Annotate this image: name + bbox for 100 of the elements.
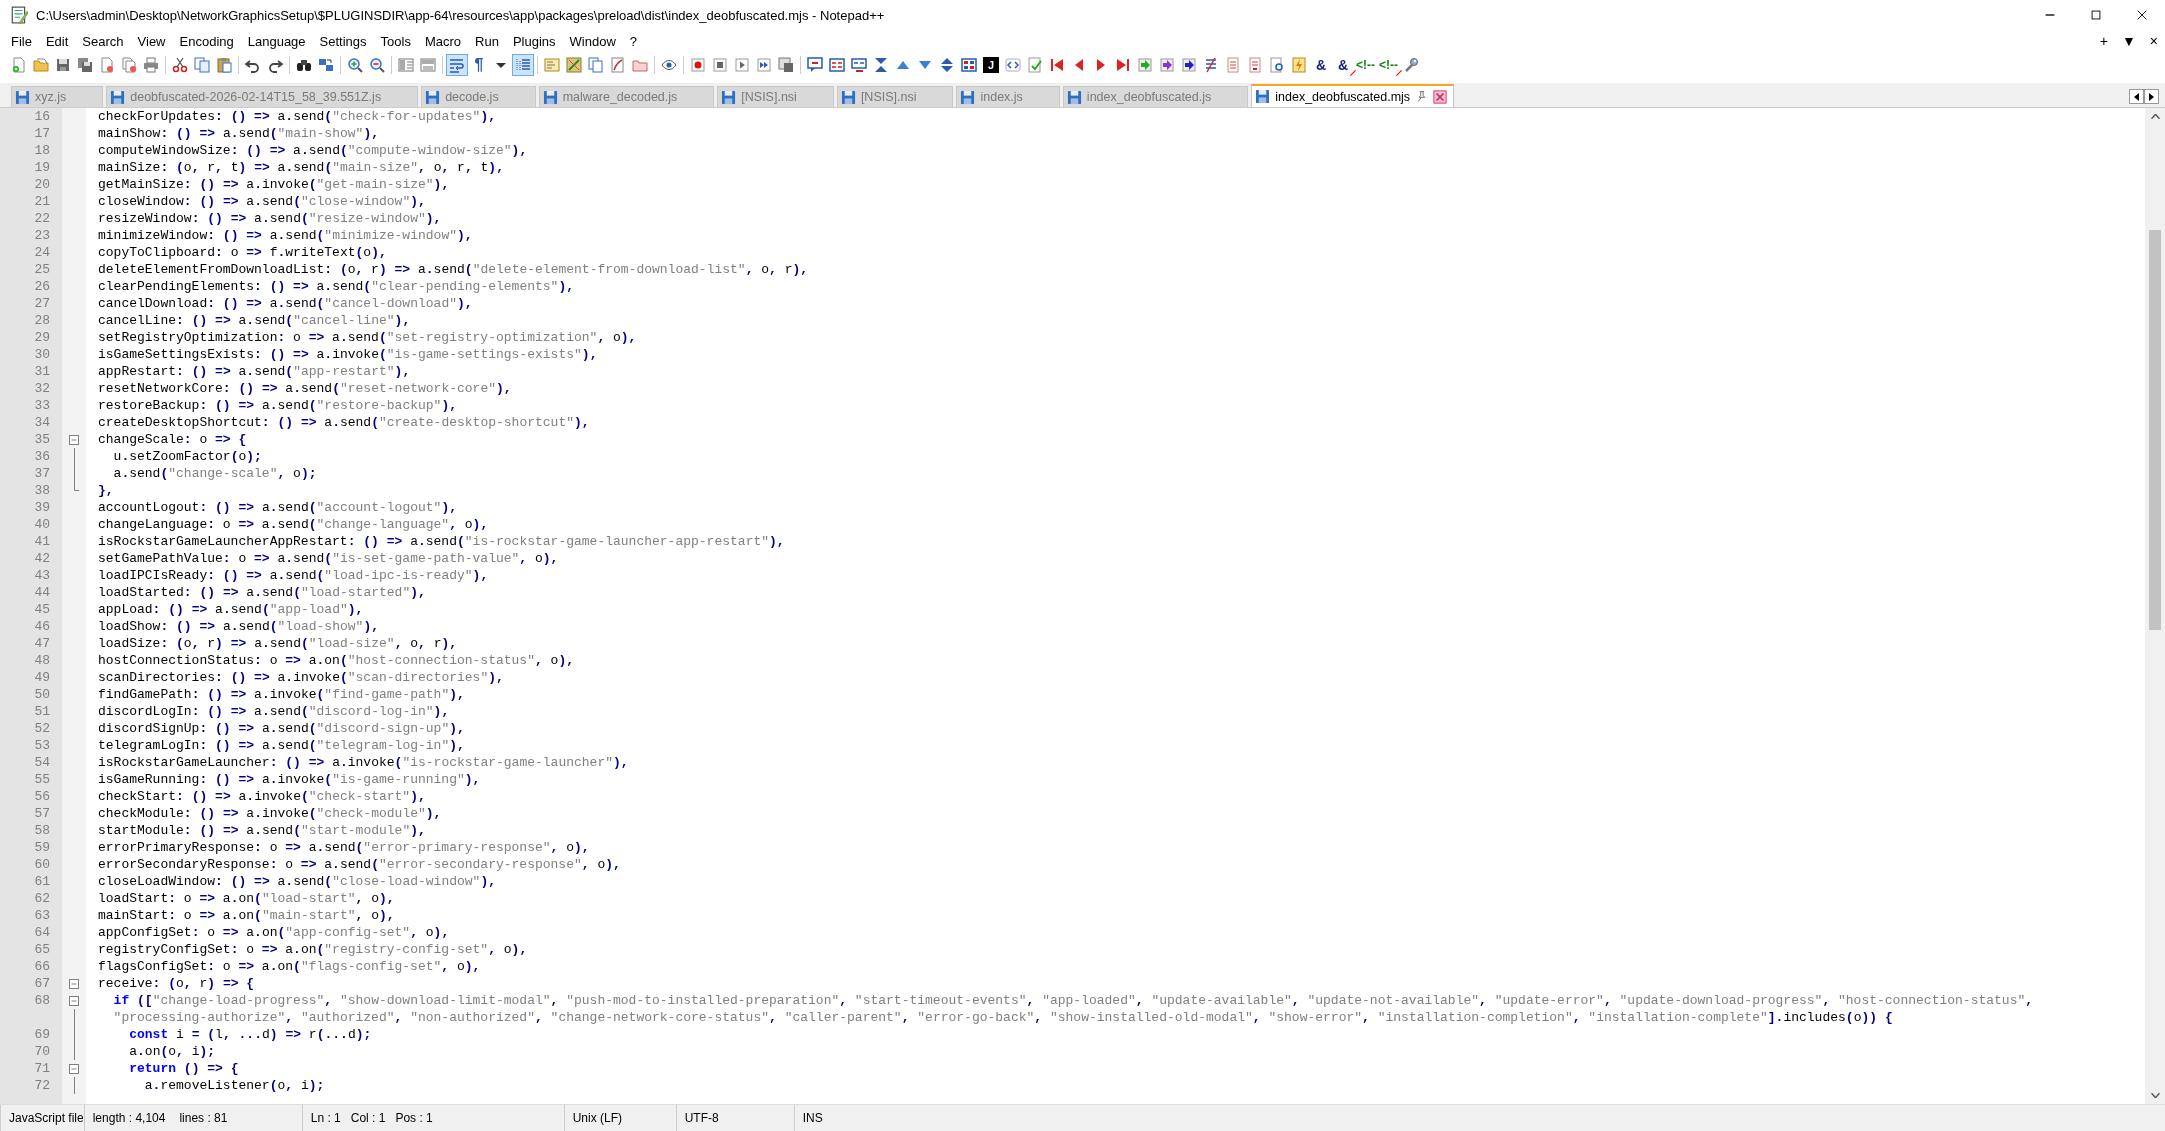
comment-button[interactable]: <!-- (1354, 54, 1377, 76)
left-arrow-icon[interactable] (2134, 92, 2139, 101)
line-number: 47 (33, 636, 51, 651)
line-number: 34 (33, 415, 51, 430)
close-tab-button[interactable]: × (2142, 33, 2165, 49)
file-type-label: JavaScript file (9, 1111, 84, 1125)
file-tab[interactable]: index_deobfuscated.mjs (1251, 84, 1455, 107)
menu-item[interactable]: Language (240, 31, 313, 51)
code-line: }, (97, 482, 114, 499)
code-line: changeScale: o => { (97, 431, 247, 448)
code-line: computeWindowSize: () => a.send("compute-window-size"), (97, 142, 528, 159)
tab-label: xyz.js (35, 90, 67, 104)
code-line: isGameRunning: () => a.invoke("is-game-running"), (97, 771, 481, 788)
new-tab-button[interactable]: + (2092, 33, 2115, 49)
maximize-icon[interactable] (2089, 8, 2103, 22)
decode-button[interactable]: & (1332, 54, 1354, 76)
code-line: mainShow: () => a.send("main-show"), (97, 125, 379, 142)
line-number: 23 (33, 228, 51, 243)
scroll-left-button[interactable] (2129, 89, 2144, 104)
line-number: 22 (33, 211, 51, 226)
line-number: 31 (33, 364, 51, 379)
code-line: changeLanguage: o => a.send("change-language", o), (97, 516, 489, 533)
scroll-right-button[interactable] (2144, 89, 2159, 104)
show-symbols-button[interactable]: ¶ (468, 54, 490, 76)
menu-item[interactable]: File (4, 31, 39, 51)
code-line: isRockstarGameLauncherAppRestart: () => a.send("is-rockstar-game-launcher-app-restart"), (97, 533, 785, 550)
menu-item[interactable]: Encoding (172, 31, 241, 51)
code-line: mainSize: (o, r, t) => a.send("main-size", o, r, t), (97, 159, 504, 176)
tab-label: decode.js (445, 90, 499, 104)
code-line: accountLogout: () => a.send("account-logout"), (97, 499, 457, 516)
line-number: 42 (33, 551, 51, 566)
code-line: loadStart: o => a.on("load-start", o), (97, 890, 395, 907)
line-number: 32 (33, 381, 51, 396)
code-line: loadStarted: () => a.send("load-started"), (97, 584, 426, 601)
menu-item[interactable]: Window (562, 31, 623, 51)
uncomment-button[interactable]: <!-- (1377, 54, 1400, 76)
line-number: 71 (33, 1061, 51, 1076)
fold-toggle-icon[interactable] (69, 978, 79, 989)
code-line: flagsConfigSet: o => a.on("flags-config-set", o), (97, 958, 481, 975)
code-line: appRestart: () => a.send("app-restart"), (97, 363, 411, 380)
code-line: checkForUpdates: () => a.send("check-for-updates"), (97, 108, 497, 125)
line-number: 66 (33, 959, 51, 974)
vertical-scrollbar[interactable] (2145, 108, 2165, 1104)
code-line: getMainSize: () => a.invoke("get-main-size"), (97, 176, 450, 193)
encode-button[interactable]: & (1310, 54, 1332, 76)
code-line: cancelDownload: () => a.send("cancel-download"), (97, 295, 473, 312)
line-number: 39 (33, 500, 51, 515)
code-line: a.removeListener(o, i); (143, 1077, 325, 1094)
menu-item[interactable]: Tools (373, 31, 418, 51)
menu-item[interactable]: Settings (312, 31, 374, 51)
code-line: return () => { (128, 1060, 239, 1077)
line-number: 43 (33, 568, 51, 583)
line-number: 65 (33, 942, 51, 957)
code-line: "processing-authorize", "authorized", "non-authorized", "change-network-core-status", "caller-parent", "error-go-back", "show-installed-old-modal", "show-error", "installation-completion", "installation-complete"].includes(o)) { (112, 1009, 1893, 1026)
line-number: 25 (33, 262, 51, 277)
fold-toggle-icon[interactable] (69, 434, 79, 445)
line-number: 68 (33, 993, 51, 1008)
code-line: scanDirectories: () => a.invoke("scan-directories"), (97, 669, 504, 686)
menu-item[interactable]: View (130, 31, 173, 51)
fold-toggle-icon[interactable] (69, 1063, 79, 1074)
menu-item[interactable]: Run (468, 31, 506, 51)
copy-icon[interactable] (191, 54, 213, 76)
menu-item[interactable]: Plugins (505, 31, 563, 51)
tab-label: deobfuscated-2026-02-14T15_58_39.551Z.js (130, 90, 382, 104)
line-number: 53 (33, 738, 51, 753)
code-line: discordLogIn: () => a.send("discord-log-in"), (97, 703, 450, 720)
line-number: 18 (33, 143, 51, 158)
line-number: 56 (33, 789, 51, 804)
close-icon[interactable] (2135, 8, 2149, 22)
code-line: u.setZoomFactor(o); (112, 448, 262, 465)
menu-item[interactable]: ? (622, 31, 645, 51)
map-icon[interactable] (563, 54, 585, 76)
pin-icon[interactable] (1415, 90, 1429, 103)
tab-label: [NSIS].nsi (741, 90, 797, 104)
line-number: 62 (33, 891, 51, 906)
json-viewer-button[interactable]: J (983, 57, 999, 73)
fold-toggle-icon[interactable] (69, 995, 79, 1006)
right-arrow-icon[interactable] (2149, 92, 2154, 101)
line-number: 24 (33, 245, 51, 260)
code-line: checkStart: () => a.invoke("check-start"), (97, 788, 426, 805)
tab-list-button[interactable]: ▼ (2114, 33, 2143, 49)
encoding-label: UTF-8 (684, 1111, 719, 1125)
line-ending-label: Unix (LF) (572, 1111, 623, 1125)
code-line: appLoad: () => a.send("app-load"), (97, 601, 364, 618)
line-number: 21 (33, 194, 51, 209)
code-line: findGamePath: () => a.invoke("find-game-path"), (97, 686, 465, 703)
code-line: deleteElementFromDownloadList: (o, r) => a.send("delete-element-from-download-list", o, r), (97, 261, 809, 278)
menu-item[interactable]: Search (75, 31, 131, 51)
line-number: 69 (33, 1027, 51, 1042)
code-line: receive: (o, r) => { (97, 975, 255, 992)
code-line: loadIPCIsReady: () => a.send("load-ipc-is-ready"), (97, 567, 489, 584)
word-wrap-icon[interactable] (446, 54, 468, 76)
menu-item[interactable]: Macro (417, 31, 469, 51)
line-number: 67 (33, 976, 51, 991)
line-number: 64 (33, 925, 51, 940)
code-line: discordSignUp: () => a.send("discord-sign-up"), (97, 720, 465, 737)
menu-item[interactable]: Edit (38, 31, 76, 51)
scrollbar-thumb[interactable] (2149, 230, 2161, 630)
line-number: 30 (33, 347, 51, 362)
insert-mode-label: INS (802, 1111, 823, 1125)
